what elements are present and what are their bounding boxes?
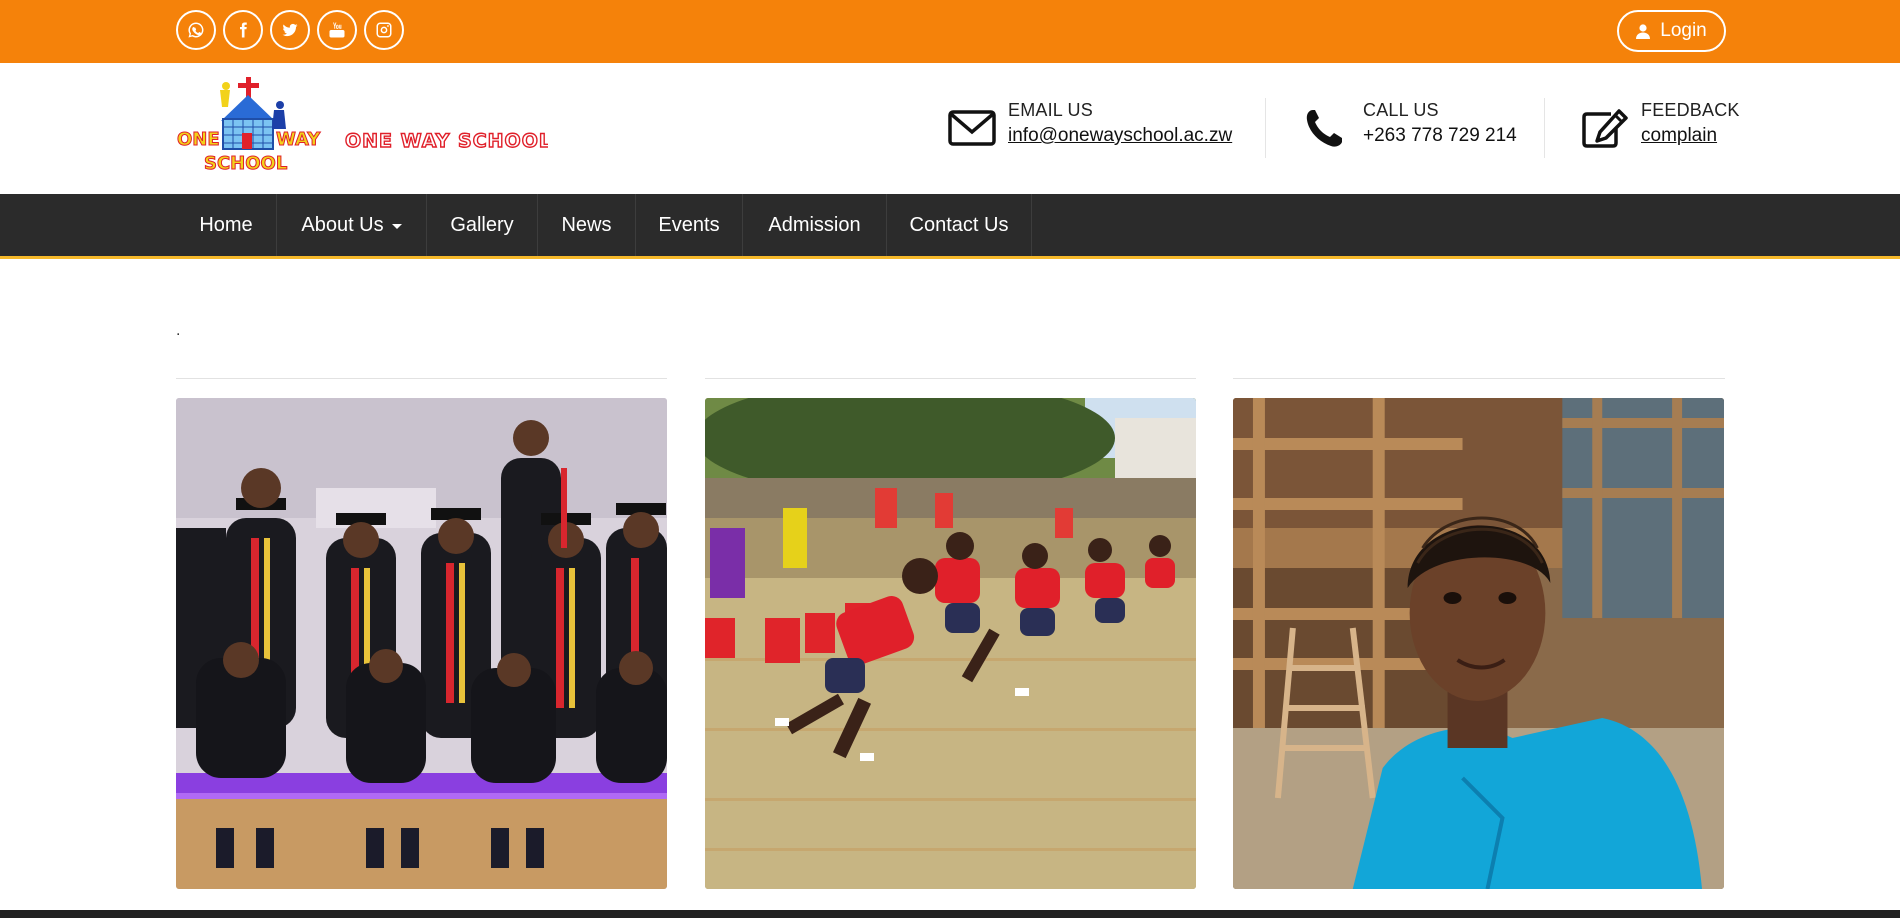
- column-divider: [176, 378, 667, 379]
- caret-down-icon: [391, 223, 402, 229]
- email-link[interactable]: info@onewayschool.ac.zw: [1008, 125, 1232, 147]
- email-contact: EMAIL US info@onewayschool.ac.zw: [948, 98, 1248, 158]
- column-divider: [705, 378, 1196, 379]
- school-logo[interactable]: ONE WAY SCHOOL ONE WAY SCHOOL: [176, 77, 548, 181]
- feedback-label: FEEDBACK: [1641, 100, 1740, 120]
- sports-race-photo[interactable]: [705, 398, 1196, 889]
- edit-icon: [1582, 109, 1628, 148]
- call-label: CALL US: [1363, 100, 1439, 120]
- footer-strip: [0, 910, 1900, 918]
- login-button[interactable]: Login: [1617, 10, 1726, 52]
- user-icon: [1636, 23, 1651, 39]
- logo-badge-school: SCHOOL: [204, 153, 287, 174]
- section-text: .: [176, 322, 181, 339]
- complain-link[interactable]: complain: [1641, 125, 1717, 147]
- nav-news-label: News: [561, 213, 612, 236]
- phone-number[interactable]: +263 778 729 214: [1363, 125, 1517, 147]
- nav-gallery-label: Gallery: [450, 213, 514, 236]
- header-divider: [1265, 98, 1266, 158]
- call-contact: CALL US +263 778 729 214: [1303, 98, 1523, 158]
- teacher-portrait-photo[interactable]: [1233, 398, 1724, 889]
- main-navigation: Home About Us Gallery News Events Admiss…: [0, 194, 1900, 259]
- instagram-icon[interactable]: [364, 10, 404, 50]
- nav-events[interactable]: Events: [636, 194, 743, 256]
- whatsapp-icon[interactable]: [176, 10, 216, 50]
- facebook-icon[interactable]: [223, 10, 263, 50]
- youtube-icon[interactable]: [317, 10, 357, 50]
- nav-about-us[interactable]: About Us: [277, 194, 427, 256]
- nav-contact-us-label: Contact Us: [909, 213, 1009, 236]
- logo-title: ONE WAY SCHOOL: [345, 130, 548, 152]
- phone-icon: [1306, 110, 1342, 147]
- envelope-icon: [948, 110, 996, 146]
- nav-home[interactable]: Home: [176, 194, 277, 256]
- login-label: Login: [1660, 20, 1707, 41]
- nav-admission[interactable]: Admission: [743, 194, 887, 256]
- graduation-photo[interactable]: [176, 398, 667, 889]
- nav-about-us-label: About Us: [301, 213, 384, 236]
- feedback-contact: FEEDBACK complain: [1581, 98, 1739, 158]
- nav-gallery[interactable]: Gallery: [427, 194, 538, 256]
- nav-contact-us[interactable]: Contact Us: [887, 194, 1032, 256]
- logo-badge-one: ONE: [177, 129, 220, 150]
- nav-news[interactable]: News: [538, 194, 636, 256]
- nav-home-label: Home: [199, 213, 253, 236]
- nav-admission-label: Admission: [768, 213, 861, 236]
- nav-events-label: Events: [658, 213, 720, 236]
- top-bar: Login: [0, 0, 1900, 63]
- column-divider: [1233, 378, 1725, 379]
- logo-badge-way: WAY: [276, 129, 321, 150]
- header-divider: [1544, 98, 1545, 158]
- twitter-icon[interactable]: [270, 10, 310, 50]
- email-label: EMAIL US: [1008, 100, 1093, 120]
